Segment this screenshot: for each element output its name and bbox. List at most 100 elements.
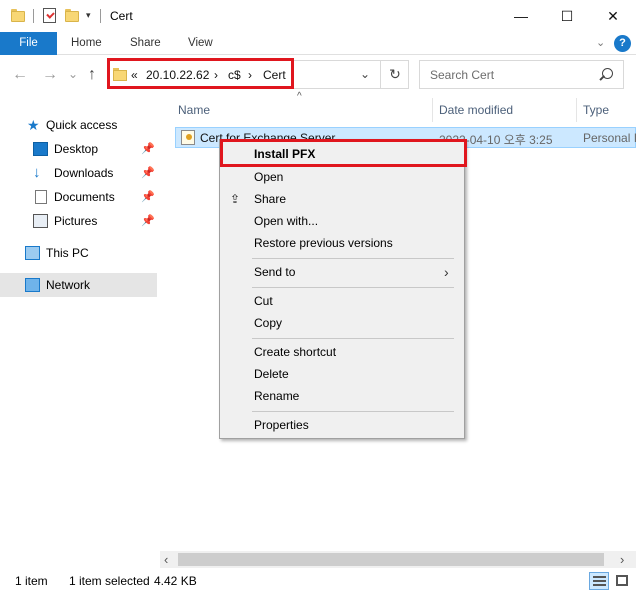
status-bar: 1 item 1 item selected 4.42 KB: [0, 570, 636, 593]
horizontal-scrollbar[interactable]: ‹ ›: [160, 551, 636, 568]
menu-item-label: Rename: [254, 389, 300, 403]
sidebar-item-label: Downloads: [54, 166, 114, 180]
menu-item-label: Properties: [254, 418, 309, 432]
scroll-left-icon[interactable]: ‹: [164, 552, 168, 567]
column-header-date[interactable]: Date modified: [439, 98, 513, 122]
close-button[interactable]: ✕: [590, 0, 636, 32]
customize-quick-access-icon[interactable]: ▾: [86, 10, 91, 21]
pictures-icon: [33, 214, 48, 228]
details-view-icon: [593, 576, 606, 586]
scrollbar-thumb[interactable]: [178, 553, 604, 566]
desktop-icon: [33, 142, 48, 156]
computer-icon: [25, 246, 40, 260]
sidebar-item-label: Desktop: [54, 142, 99, 156]
pin-icon[interactable]: 📌: [141, 161, 155, 185]
menu-item-send-to[interactable]: Send to ›: [220, 261, 464, 283]
sidebar-item-documents[interactable]: Documents 📌: [0, 185, 157, 209]
forward-button[interactable]: →: [42, 66, 58, 84]
details-view-button[interactable]: [589, 572, 609, 590]
back-button[interactable]: ←: [12, 66, 28, 84]
large-icons-view-icon: [616, 575, 628, 586]
sidebar-item-label: Pictures: [54, 214, 98, 228]
tab-view[interactable]: View: [188, 32, 213, 55]
selection-count: 1 item selected: [69, 574, 150, 588]
menu-item-label: Copy: [254, 316, 283, 330]
sidebar-item-network[interactable]: Network: [0, 273, 157, 297]
menu-item-label: Share: [254, 192, 287, 206]
sidebar-item-label: Network: [46, 278, 91, 292]
menu-item-properties[interactable]: Properties: [220, 414, 464, 436]
sidebar-item-desktop[interactable]: Desktop 📌: [0, 137, 157, 161]
chevron-right-icon: ›: [444, 264, 449, 280]
install-pfx-highlight-box: [220, 139, 467, 167]
sort-ascending-icon: ^: [297, 91, 302, 102]
search-box[interactable]: Search Cert: [419, 60, 624, 89]
context-menu: Install PFX Open ⇪ Share Open with... Re…: [219, 139, 465, 439]
menu-item-label: Cut: [254, 294, 273, 308]
up-button[interactable]: ↑: [88, 66, 96, 84]
certificate-icon: [181, 130, 195, 145]
share-icon: ⇪: [230, 192, 241, 206]
expand-ribbon-icon[interactable]: ⌄: [596, 36, 605, 49]
menu-item-rename[interactable]: Rename: [220, 385, 464, 407]
properties-icon[interactable]: [43, 8, 56, 23]
search-icon[interactable]: [602, 68, 613, 79]
menu-item-open-with[interactable]: Open with...: [220, 210, 464, 232]
pin-icon[interactable]: 📌: [141, 137, 155, 161]
toolbar-separator: [33, 9, 34, 23]
sidebar-item-downloads[interactable]: ↓ Downloads 📌: [0, 161, 157, 185]
download-icon: ↓: [33, 164, 41, 181]
sidebar-item-label: Quick access: [46, 118, 118, 132]
menu-item-delete[interactable]: Delete: [220, 363, 464, 385]
recent-locations-button[interactable]: ⌄: [68, 67, 78, 81]
menu-item-label: Open: [254, 170, 284, 184]
scroll-right-icon[interactable]: ›: [620, 552, 624, 567]
menu-item-cut[interactable]: Cut: [220, 290, 464, 312]
column-divider[interactable]: [576, 98, 577, 122]
selection-size: 4.42 KB: [154, 574, 197, 588]
menu-item-restore-previous-versions[interactable]: Restore previous versions: [220, 232, 464, 254]
menu-item-copy[interactable]: Copy: [220, 312, 464, 334]
sidebar-item-this-pc[interactable]: This PC: [0, 241, 157, 265]
sidebar-item-quick-access[interactable]: ★ Quick access: [0, 113, 157, 137]
menu-separator: [252, 258, 454, 259]
address-dropdown-icon[interactable]: ⌄: [360, 67, 370, 81]
tab-file[interactable]: File: [0, 32, 57, 55]
maximize-button[interactable]: ☐: [544, 0, 590, 32]
star-icon: ★: [27, 117, 40, 133]
tab-share[interactable]: Share: [130, 32, 161, 55]
large-icons-view-button[interactable]: [613, 572, 633, 590]
help-button[interactable]: ?: [614, 35, 631, 52]
new-folder-icon[interactable]: [65, 8, 79, 22]
window-title: Cert: [110, 9, 133, 23]
menu-item-share[interactable]: ⇪ Share: [220, 188, 464, 210]
menu-item-label: Create shortcut: [254, 345, 337, 359]
menu-separator: [252, 287, 454, 288]
pin-icon[interactable]: 📌: [141, 209, 155, 233]
column-divider[interactable]: [432, 98, 433, 122]
menu-item-create-shortcut[interactable]: Create shortcut: [220, 341, 464, 363]
pin-icon[interactable]: 📌: [141, 185, 155, 209]
item-count: 1 item: [15, 574, 48, 588]
menu-separator: [252, 338, 454, 339]
refresh-button[interactable]: ↻: [380, 60, 409, 89]
title-bar: ▾ Cert — ☐ ✕: [0, 0, 636, 32]
minimize-button[interactable]: —: [498, 0, 544, 32]
address-highlight-box: [107, 58, 294, 89]
column-header-name[interactable]: Name: [178, 98, 210, 122]
navigation-pane: ★ Quick access Desktop 📌 ↓ Downloads 📌 D…: [0, 100, 159, 560]
menu-item-label: Delete: [254, 367, 289, 381]
menu-item-label: Restore previous versions: [254, 236, 393, 250]
sidebar-item-pictures[interactable]: Pictures 📌: [0, 209, 157, 233]
menu-item-label: Open with...: [254, 214, 319, 228]
column-header-type[interactable]: Type: [583, 98, 609, 122]
menu-item-open[interactable]: Open: [220, 166, 464, 188]
tab-home[interactable]: Home: [71, 32, 102, 55]
menu-separator: [252, 411, 454, 412]
folder-icon: [11, 8, 25, 22]
toolbar-separator: [100, 9, 101, 23]
documents-icon: [35, 190, 47, 204]
sidebar-item-label: This PC: [46, 246, 89, 260]
file-type: Personal I: [583, 131, 636, 145]
menu-item-label: Send to: [254, 265, 296, 279]
